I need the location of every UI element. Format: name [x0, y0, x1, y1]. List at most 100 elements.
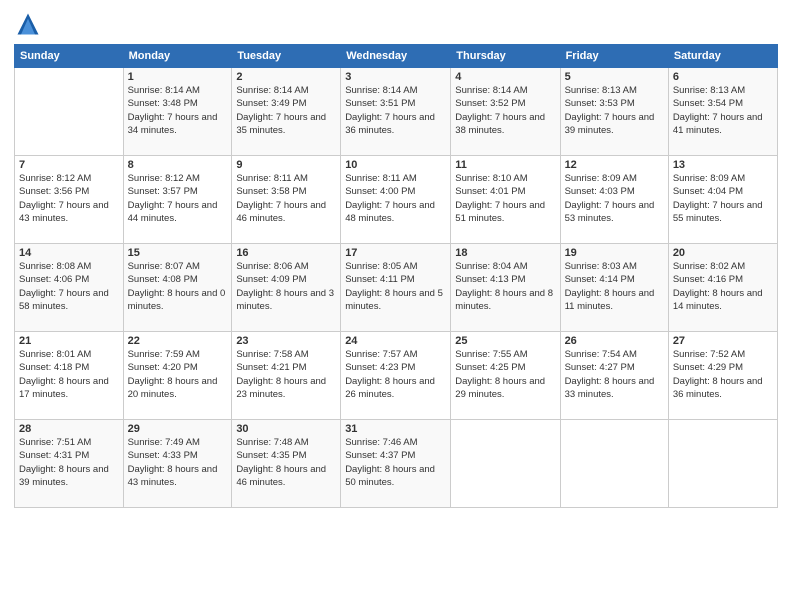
- day-number: 14: [19, 247, 119, 259]
- calendar-week-row: 28Sunrise: 7:51 AMSunset: 4:31 PMDayligh…: [15, 420, 778, 508]
- day-info: Sunrise: 7:54 AMSunset: 4:27 PMDaylight:…: [565, 348, 664, 401]
- day-info: Sunrise: 8:11 AMSunset: 4:00 PMDaylight:…: [345, 172, 446, 225]
- day-number: 24: [345, 335, 446, 347]
- day-number: 30: [236, 423, 336, 435]
- day-number: 11: [455, 159, 555, 171]
- day-number: 9: [236, 159, 336, 171]
- day-info: Sunrise: 8:12 AMSunset: 3:57 PMDaylight:…: [128, 172, 228, 225]
- day-number: 5: [565, 71, 664, 83]
- day-number: 10: [345, 159, 446, 171]
- day-info: Sunrise: 8:13 AMSunset: 3:54 PMDaylight:…: [673, 84, 773, 137]
- day-number: 25: [455, 335, 555, 347]
- calendar-cell: 11Sunrise: 8:10 AMSunset: 4:01 PMDayligh…: [451, 156, 560, 244]
- day-number: 27: [673, 335, 773, 347]
- day-number: 8: [128, 159, 228, 171]
- calendar-cell: 29Sunrise: 7:49 AMSunset: 4:33 PMDayligh…: [123, 420, 232, 508]
- day-number: 4: [455, 71, 555, 83]
- day-info: Sunrise: 8:13 AMSunset: 3:53 PMDaylight:…: [565, 84, 664, 137]
- day-number: 6: [673, 71, 773, 83]
- calendar-cell: 21Sunrise: 8:01 AMSunset: 4:18 PMDayligh…: [15, 332, 124, 420]
- calendar-cell: [560, 420, 668, 508]
- day-info: Sunrise: 8:05 AMSunset: 4:11 PMDaylight:…: [345, 260, 446, 313]
- day-number: 15: [128, 247, 228, 259]
- day-info: Sunrise: 7:49 AMSunset: 4:33 PMDaylight:…: [128, 436, 228, 489]
- weekday-header-saturday: Saturday: [668, 45, 777, 68]
- day-info: Sunrise: 8:07 AMSunset: 4:08 PMDaylight:…: [128, 260, 228, 313]
- calendar-week-row: 7Sunrise: 8:12 AMSunset: 3:56 PMDaylight…: [15, 156, 778, 244]
- calendar-header: SundayMondayTuesdayWednesdayThursdayFrid…: [15, 45, 778, 68]
- logo-icon: [14, 10, 42, 38]
- calendar-table: SundayMondayTuesdayWednesdayThursdayFrid…: [14, 44, 778, 508]
- day-info: Sunrise: 7:59 AMSunset: 4:20 PMDaylight:…: [128, 348, 228, 401]
- logo: [14, 10, 46, 38]
- calendar-cell: 23Sunrise: 7:58 AMSunset: 4:21 PMDayligh…: [232, 332, 341, 420]
- day-number: 13: [673, 159, 773, 171]
- day-info: Sunrise: 7:57 AMSunset: 4:23 PMDaylight:…: [345, 348, 446, 401]
- calendar-body: 1Sunrise: 8:14 AMSunset: 3:48 PMDaylight…: [15, 68, 778, 508]
- day-info: Sunrise: 8:11 AMSunset: 3:58 PMDaylight:…: [236, 172, 336, 225]
- weekday-header-monday: Monday: [123, 45, 232, 68]
- calendar-week-row: 1Sunrise: 8:14 AMSunset: 3:48 PMDaylight…: [15, 68, 778, 156]
- day-number: 16: [236, 247, 336, 259]
- day-info: Sunrise: 7:46 AMSunset: 4:37 PMDaylight:…: [345, 436, 446, 489]
- day-number: 18: [455, 247, 555, 259]
- day-info: Sunrise: 8:14 AMSunset: 3:52 PMDaylight:…: [455, 84, 555, 137]
- day-number: 2: [236, 71, 336, 83]
- day-number: 21: [19, 335, 119, 347]
- weekday-header-wednesday: Wednesday: [341, 45, 451, 68]
- weekday-header-tuesday: Tuesday: [232, 45, 341, 68]
- calendar-cell: 31Sunrise: 7:46 AMSunset: 4:37 PMDayligh…: [341, 420, 451, 508]
- day-info: Sunrise: 7:51 AMSunset: 4:31 PMDaylight:…: [19, 436, 119, 489]
- calendar-cell: 3Sunrise: 8:14 AMSunset: 3:51 PMDaylight…: [341, 68, 451, 156]
- day-info: Sunrise: 8:12 AMSunset: 3:56 PMDaylight:…: [19, 172, 119, 225]
- day-number: 23: [236, 335, 336, 347]
- day-number: 20: [673, 247, 773, 259]
- calendar-cell: [668, 420, 777, 508]
- calendar-cell: 1Sunrise: 8:14 AMSunset: 3:48 PMDaylight…: [123, 68, 232, 156]
- day-info: Sunrise: 7:52 AMSunset: 4:29 PMDaylight:…: [673, 348, 773, 401]
- calendar-cell: 16Sunrise: 8:06 AMSunset: 4:09 PMDayligh…: [232, 244, 341, 332]
- weekday-header-row: SundayMondayTuesdayWednesdayThursdayFrid…: [15, 45, 778, 68]
- calendar-cell: 30Sunrise: 7:48 AMSunset: 4:35 PMDayligh…: [232, 420, 341, 508]
- day-info: Sunrise: 8:08 AMSunset: 4:06 PMDaylight:…: [19, 260, 119, 313]
- day-info: Sunrise: 8:09 AMSunset: 4:04 PMDaylight:…: [673, 172, 773, 225]
- calendar-week-row: 21Sunrise: 8:01 AMSunset: 4:18 PMDayligh…: [15, 332, 778, 420]
- day-info: Sunrise: 7:58 AMSunset: 4:21 PMDaylight:…: [236, 348, 336, 401]
- calendar-cell: 22Sunrise: 7:59 AMSunset: 4:20 PMDayligh…: [123, 332, 232, 420]
- calendar-cell: 15Sunrise: 8:07 AMSunset: 4:08 PMDayligh…: [123, 244, 232, 332]
- calendar-cell: 6Sunrise: 8:13 AMSunset: 3:54 PMDaylight…: [668, 68, 777, 156]
- day-info: Sunrise: 7:48 AMSunset: 4:35 PMDaylight:…: [236, 436, 336, 489]
- calendar-cell: 2Sunrise: 8:14 AMSunset: 3:49 PMDaylight…: [232, 68, 341, 156]
- header: [14, 10, 778, 38]
- day-number: 26: [565, 335, 664, 347]
- day-number: 3: [345, 71, 446, 83]
- day-info: Sunrise: 8:14 AMSunset: 3:51 PMDaylight:…: [345, 84, 446, 137]
- calendar-cell: 19Sunrise: 8:03 AMSunset: 4:14 PMDayligh…: [560, 244, 668, 332]
- weekday-header-friday: Friday: [560, 45, 668, 68]
- calendar-cell: 5Sunrise: 8:13 AMSunset: 3:53 PMDaylight…: [560, 68, 668, 156]
- calendar-cell: [451, 420, 560, 508]
- calendar-cell: 8Sunrise: 8:12 AMSunset: 3:57 PMDaylight…: [123, 156, 232, 244]
- calendar-cell: 4Sunrise: 8:14 AMSunset: 3:52 PMDaylight…: [451, 68, 560, 156]
- day-info: Sunrise: 8:02 AMSunset: 4:16 PMDaylight:…: [673, 260, 773, 313]
- calendar-cell: 13Sunrise: 8:09 AMSunset: 4:04 PMDayligh…: [668, 156, 777, 244]
- page: SundayMondayTuesdayWednesdayThursdayFrid…: [0, 0, 792, 612]
- day-info: Sunrise: 8:09 AMSunset: 4:03 PMDaylight:…: [565, 172, 664, 225]
- calendar-week-row: 14Sunrise: 8:08 AMSunset: 4:06 PMDayligh…: [15, 244, 778, 332]
- day-info: Sunrise: 7:55 AMSunset: 4:25 PMDaylight:…: [455, 348, 555, 401]
- calendar-cell: 14Sunrise: 8:08 AMSunset: 4:06 PMDayligh…: [15, 244, 124, 332]
- calendar-cell: 9Sunrise: 8:11 AMSunset: 3:58 PMDaylight…: [232, 156, 341, 244]
- calendar-cell: 18Sunrise: 8:04 AMSunset: 4:13 PMDayligh…: [451, 244, 560, 332]
- day-number: 28: [19, 423, 119, 435]
- calendar-cell: 12Sunrise: 8:09 AMSunset: 4:03 PMDayligh…: [560, 156, 668, 244]
- calendar-cell: 10Sunrise: 8:11 AMSunset: 4:00 PMDayligh…: [341, 156, 451, 244]
- day-info: Sunrise: 8:14 AMSunset: 3:49 PMDaylight:…: [236, 84, 336, 137]
- calendar-cell: 25Sunrise: 7:55 AMSunset: 4:25 PMDayligh…: [451, 332, 560, 420]
- calendar-cell: [15, 68, 124, 156]
- weekday-header-sunday: Sunday: [15, 45, 124, 68]
- day-info: Sunrise: 8:01 AMSunset: 4:18 PMDaylight:…: [19, 348, 119, 401]
- day-info: Sunrise: 8:06 AMSunset: 4:09 PMDaylight:…: [236, 260, 336, 313]
- day-number: 19: [565, 247, 664, 259]
- calendar-cell: 26Sunrise: 7:54 AMSunset: 4:27 PMDayligh…: [560, 332, 668, 420]
- day-number: 1: [128, 71, 228, 83]
